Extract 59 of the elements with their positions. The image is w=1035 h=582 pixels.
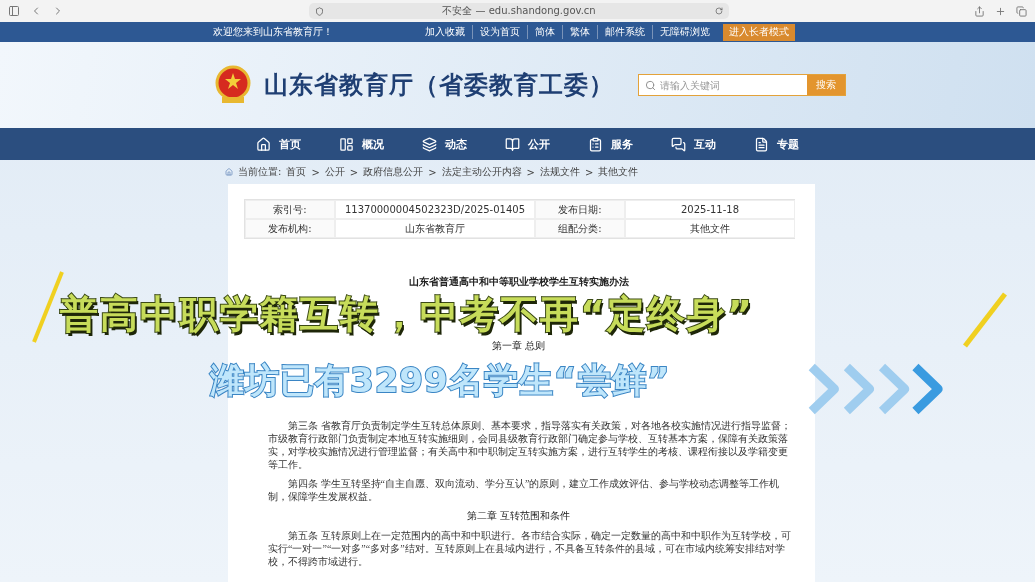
breadcrumb-link[interactable]: 首页 <box>286 165 307 179</box>
chat-icon <box>671 136 686 152</box>
top-link[interactable]: 无障碍浏览 <box>652 25 717 39</box>
nav-item[interactable]: 服务 <box>588 136 633 152</box>
breadcrumb-link[interactable]: 法定主动公开内容 <box>441 165 522 179</box>
breadcrumb-link[interactable]: 法规文件 <box>539 165 580 179</box>
breadcrumb-separator: > <box>349 166 359 178</box>
nav-item[interactable]: 首页 <box>256 136 301 152</box>
article-paragraph: 第三条 省教育厅负责制定学生互转总体原则、基本要求，指导落实有关政策，对各地各校实施情况进行指导监督；市级教育行政部门负责制定本地互转实施细则，会同县级教育行政部门确定参与学校、互转基本方案，保障有关政策落实，对学校实施情况进行管理监督；有关高中和中职制定互转实施方案，进行互转学生的考核、课程衔接以及学籍变更等工作。 <box>268 419 792 471</box>
nav-item[interactable]: 专题 <box>754 136 799 152</box>
tabs-icon[interactable] <box>1016 5 1027 17</box>
breadcrumb-link[interactable]: 政府信息公开 <box>363 165 424 179</box>
news-icon <box>422 136 437 152</box>
table-cell: 其他文件 <box>625 219 795 238</box>
nav-item[interactable]: 互动 <box>671 136 716 152</box>
topic-icon <box>754 136 769 152</box>
top-link[interactable]: 邮件系统 <box>597 25 652 39</box>
sidebar-icon[interactable] <box>8 5 20 17</box>
top-link[interactable]: 设为首页 <box>472 25 527 39</box>
nav-item[interactable]: 公开 <box>505 136 550 152</box>
breadcrumb-separator: > <box>526 166 535 178</box>
chapter-heading: 第二章 互转范围和条件 <box>466 509 571 523</box>
breadcrumb-label: 当前位置: <box>238 165 282 179</box>
address-bar[interactable]: 不安全 — edu.shandong.gov.cn <box>309 3 729 19</box>
home-icon <box>256 136 271 152</box>
site-title: 山东省教育厅（省委教育工委） <box>264 70 614 101</box>
nav-item[interactable]: 概况 <box>339 136 384 152</box>
article-title: 山东省普通高中和中等职业学校学生互转实施办法 <box>407 275 630 289</box>
share-icon[interactable] <box>974 5 985 17</box>
table-label: 组配分类: <box>535 219 625 238</box>
article-paragraph: 第四条 学生互转坚持“自主自愿、双向流动、学分互认”的原则，建立工作成效评估、参与学校动态调整等工作机制，保障学生发展权益。 <box>268 477 781 503</box>
top-link[interactable]: 简体 <box>527 25 562 39</box>
caption-text: 潍坊已有3299名学生“尝鲜” <box>210 359 671 402</box>
reload-icon[interactable] <box>715 7 723 15</box>
chapter-heading: 第一章 总则 <box>491 339 546 353</box>
table-label: 索引号: <box>245 200 335 219</box>
nav-item[interactable]: 动态 <box>422 136 467 152</box>
breadcrumb-separator: > <box>311 166 320 178</box>
breadcrumb-separator: > <box>584 166 594 178</box>
table-cell: 山东省教育厅 <box>335 219 535 238</box>
welcome-text: 欢迎您来到山东省教育厅！ <box>213 25 333 39</box>
breadcrumb-link[interactable]: 其他文件 <box>598 165 639 179</box>
table-cell: 2025-11-18 <box>625 200 795 219</box>
table-cell: 11370000004502323D/2025-01405 <box>335 200 535 219</box>
home-icon <box>225 168 233 176</box>
overview-icon <box>339 136 354 152</box>
breadcrumb-link[interactable]: 公开 <box>324 165 345 179</box>
top-link[interactable]: 加入收藏 <box>418 25 472 39</box>
top-link[interactable]: 繁体 <box>562 25 597 39</box>
caption-text: 普高中职学籍互转，中考不再“定终身” <box>60 291 754 338</box>
new-tab-icon[interactable] <box>995 5 1006 17</box>
search-icon <box>645 79 656 91</box>
breadcrumb-separator: > <box>428 166 437 178</box>
shield-icon <box>315 6 324 16</box>
open-icon <box>505 136 520 152</box>
article-paragraph: 第五条 互转原则上在一定范围内的高中和中职进行。各市结合实际，确定一定数量的高中和中职作为互转学校，可实行“一对一”“一对多”“多对多”结对。互转原则上在县域内进行，不具备互转条件的县域，可在市域内统筹安排结对学校，不得跨市域进行。 <box>268 529 792 568</box>
table-label: 发布日期: <box>535 200 625 219</box>
service-icon <box>588 136 603 152</box>
table-label: 发布机构: <box>245 219 335 238</box>
